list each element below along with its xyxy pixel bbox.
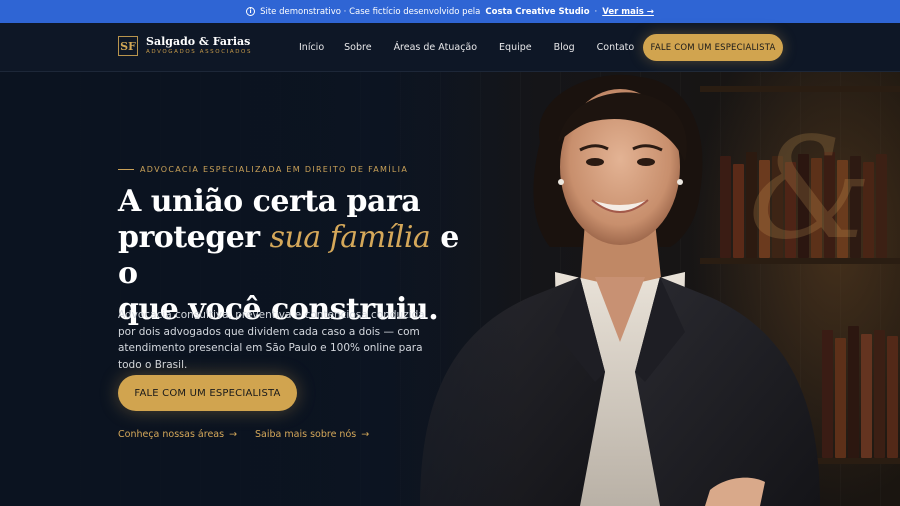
banner-separator: · (594, 6, 598, 17)
info-icon: i (246, 7, 256, 16)
arrow-right-icon: → (229, 429, 238, 440)
nav-item-blog[interactable]: Blog (554, 42, 575, 53)
nav-item-inicio[interactable]: Início (299, 42, 324, 53)
eyebrow-line (118, 169, 134, 170)
banner-text: Site demonstrativo · Case fictício desen… (260, 6, 481, 17)
site-header: SF Salgado & Farias ADVOGADOS ASSOCIADOS… (0, 23, 900, 72)
arrow-right-icon: → (361, 429, 370, 440)
link-areas[interactable]: Conheça nossas áreas → (118, 429, 237, 440)
nav-item-contato[interactable]: Contato (597, 42, 635, 53)
link-about-label: Saiba mais sobre nós (255, 429, 357, 440)
headline-line-1: A união certa para (118, 184, 421, 219)
nav-item-equipe[interactable]: Equipe (499, 42, 532, 53)
nav-item-sobre[interactable]: Sobre (344, 42, 371, 53)
hero-links: Conheça nossas áreas → Saiba mais sobre n… (118, 429, 369, 440)
link-areas-label: Conheça nossas áreas (118, 429, 225, 440)
headline-accent: sua família (269, 220, 431, 255)
eyebrow-text: ADVOCACIA ESPECIALIZADA EM DIREITO DE FA… (140, 165, 409, 174)
headline-line-2a: proteger (118, 220, 260, 255)
logo-monogram-icon: SF (118, 36, 138, 56)
hero-cta-button[interactable]: FALE COM UM ESPECIALISTA (118, 375, 297, 411)
demo-banner: i Site demonstrativo · Case fictício des… (0, 0, 900, 23)
logo-name: Salgado & Farias (146, 35, 251, 48)
hero-description: Advocacia consultiva, preventiva e conte… (118, 309, 425, 371)
banner-brand: Costa Creative Studio (485, 6, 590, 17)
link-about[interactable]: Saiba mais sobre nós → (255, 429, 369, 440)
header-cta-button[interactable]: FALE COM UM ESPECIALISTA (643, 34, 783, 61)
hero-eyebrow: ADVOCACIA ESPECIALIZADA EM DIREITO DE FA… (118, 165, 408, 174)
nav-item-areas[interactable]: Áreas de Atuação (394, 42, 477, 53)
logo[interactable]: SF Salgado & Farias ADVOGADOS ASSOCIADOS (118, 36, 252, 56)
logo-subtitle: ADVOGADOS ASSOCIADOS (146, 49, 253, 55)
main-nav: Início Sobre Áreas de Atuação Equipe Blo… (299, 42, 656, 53)
banner-link[interactable]: Ver mais → (602, 7, 654, 17)
